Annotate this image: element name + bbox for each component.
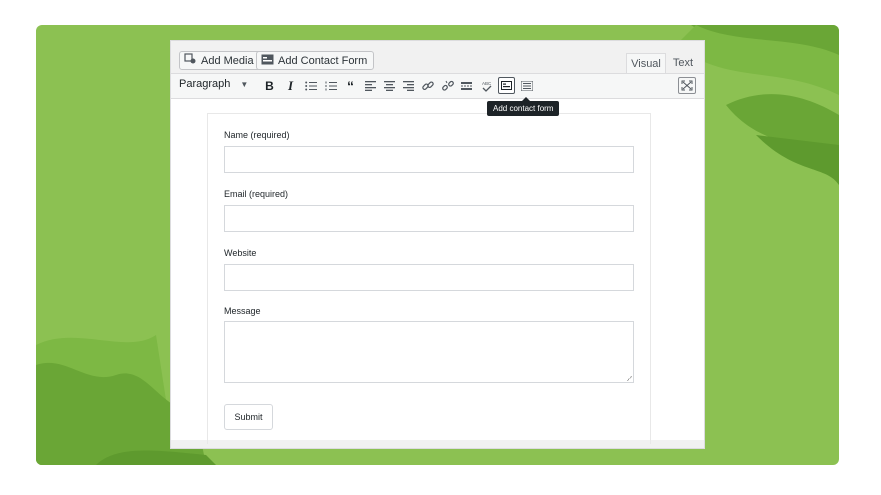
submit-button[interactable]: Submit bbox=[224, 404, 273, 430]
add-contact-form-label: Add Contact Form bbox=[278, 54, 368, 67]
contact-form-icon bbox=[261, 54, 274, 68]
unlink-icon[interactable] bbox=[439, 77, 456, 94]
blockquote-icon[interactable]: “ bbox=[342, 77, 359, 94]
website-label: Website bbox=[224, 248, 257, 258]
numbered-list-icon[interactable] bbox=[322, 77, 339, 94]
submit-label: Submit bbox=[234, 412, 263, 422]
svg-text:ABC: ABC bbox=[482, 81, 492, 86]
website-field[interactable] bbox=[224, 264, 634, 291]
spellcheck-icon[interactable]: ABC bbox=[478, 77, 495, 94]
italic-icon[interactable]: I bbox=[282, 77, 299, 94]
toolbar-toggle-icon[interactable] bbox=[518, 77, 535, 94]
link-icon[interactable] bbox=[419, 77, 436, 94]
align-left-icon[interactable] bbox=[362, 77, 379, 94]
fullscreen-icon[interactable] bbox=[678, 77, 696, 94]
email-label: Email (required) bbox=[224, 189, 289, 199]
format-select[interactable]: Paragraph ▼ bbox=[179, 78, 248, 90]
add-contact-form-icon[interactable] bbox=[498, 77, 515, 94]
add-media-button[interactable]: Add Media bbox=[179, 51, 261, 70]
format-select-value: Paragraph bbox=[179, 78, 231, 90]
name-label: Name (required) bbox=[224, 130, 290, 140]
tab-visual[interactable]: Visual bbox=[626, 53, 666, 73]
editor-content-area[interactable]: Name (required) Email (required) Website… bbox=[171, 99, 704, 444]
message-textarea[interactable] bbox=[224, 321, 634, 383]
tab-visual-label: Visual bbox=[631, 57, 661, 70]
post-editor: Add Media Add Contact Form Visual Text P… bbox=[170, 40, 705, 449]
align-center-icon[interactable] bbox=[381, 77, 398, 94]
bold-icon[interactable]: B bbox=[261, 77, 278, 94]
add-media-icon bbox=[184, 53, 197, 68]
tooltip: Add contact form bbox=[487, 97, 560, 116]
contact-form-preview: Name (required) Email (required) Website… bbox=[207, 113, 651, 444]
add-media-label: Add Media bbox=[201, 54, 254, 67]
tab-text[interactable]: Text bbox=[668, 53, 698, 73]
bullet-list-icon[interactable] bbox=[302, 77, 319, 94]
name-field[interactable] bbox=[224, 146, 634, 173]
email-field[interactable] bbox=[224, 205, 634, 232]
message-label: Message bbox=[224, 306, 261, 316]
chevron-down-icon: ▼ bbox=[240, 80, 249, 89]
add-contact-form-button[interactable]: Add Contact Form bbox=[256, 51, 375, 70]
tab-text-label: Text bbox=[672, 57, 694, 69]
tooltip-text: Add contact form bbox=[493, 104, 554, 113]
align-right-icon[interactable] bbox=[400, 77, 417, 94]
editor-toolbar: Paragraph ▼ B I “ ABC bbox=[171, 73, 704, 99]
read-more-icon[interactable] bbox=[458, 77, 475, 94]
